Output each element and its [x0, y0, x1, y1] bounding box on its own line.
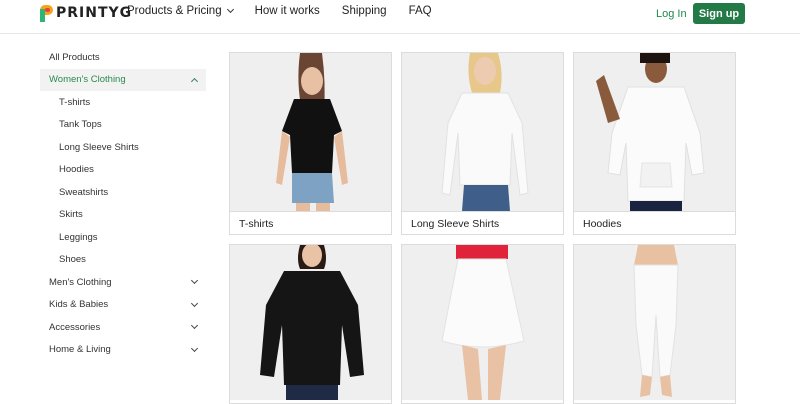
product-card-leggings[interactable] — [573, 244, 736, 404]
nav-label: How it works — [254, 5, 320, 17]
sidebar-item-label: Kids & Babies — [49, 299, 109, 311]
product-card-long-sleeve-shirts[interactable]: Long Sleeve Shirts — [401, 52, 564, 235]
sidebar-item-label: T-shirts — [59, 96, 91, 108]
sidebar-item-kids-babies[interactable]: Kids & Babies — [40, 294, 206, 317]
nav-label: Products & Pricing — [127, 5, 222, 17]
sidebar-item-t-shirts[interactable]: T-shirts — [40, 91, 206, 114]
sidebar-item-long-sleeve-shirts[interactable]: Long Sleeve Shirts — [40, 136, 206, 159]
sidebar-item-label: Shoes — [59, 254, 86, 266]
sidebar-item-label: Long Sleeve Shirts — [59, 141, 139, 153]
nav-label: Shipping — [341, 5, 387, 17]
black-sweatshirt-model-image — [230, 245, 391, 400]
sidebar-item-label: Sweatshirts — [59, 186, 109, 198]
product-card-sweatshirts[interactable] — [229, 244, 392, 404]
sidebar-item-label: All Products — [49, 51, 100, 63]
sidebar-item-label: Men's Clothing — [49, 276, 112, 288]
black-tshirt-model-image — [230, 53, 391, 211]
sidebar-item-home-living[interactable]: Home & Living — [40, 339, 206, 362]
product-card-skirts[interactable] — [401, 244, 564, 404]
product-card-t-shirts[interactable]: T-shirts — [229, 52, 392, 235]
chevron-down-icon — [190, 299, 199, 307]
nav-how-it-works[interactable]: How it works — [255, 5, 320, 17]
chevron-up-icon — [190, 77, 199, 85]
nav-products-pricing[interactable]: Products & Pricing — [127, 5, 234, 17]
sidebar-item-leggings[interactable]: Leggings — [40, 226, 206, 249]
chevron-down-icon — [226, 5, 234, 14]
category-sidebar: All Products Women's Clothing T-shirts T… — [40, 46, 206, 361]
white-hoodie-model-image — [574, 53, 735, 211]
brand-logo[interactable]: PRINTYG — [40, 4, 132, 22]
nav-faq[interactable]: FAQ — [409, 5, 432, 17]
sidebar-item-label: Leggings — [59, 231, 98, 243]
sidebar-item-label: Accessories — [49, 321, 101, 333]
brand-name: PRINTYG — [56, 5, 133, 21]
sidebar-item-label: Home & Living — [49, 344, 111, 356]
white-skirt-model-image — [402, 245, 563, 400]
product-title: T-shirts — [230, 211, 391, 234]
sidebar-item-label: Hoodies — [59, 164, 94, 176]
white-long-sleeve-model-image — [402, 53, 563, 211]
printyg-logo-icon — [40, 4, 53, 22]
sidebar-item-accessories[interactable]: Accessories — [40, 316, 206, 339]
sidebar-item-mens-clothing[interactable]: Men's Clothing — [40, 271, 206, 294]
nav-shipping[interactable]: Shipping — [342, 5, 387, 17]
product-title: Hoodies — [574, 211, 735, 234]
sidebar-item-label: Tank Tops — [59, 119, 102, 131]
product-title: Long Sleeve Shirts — [402, 211, 563, 234]
sidebar-item-sweatshirts[interactable]: Sweatshirts — [40, 181, 206, 204]
chevron-down-icon — [190, 321, 199, 330]
sidebar-item-womens-clothing[interactable]: Women's Clothing — [40, 68, 206, 91]
sidebar-item-shoes[interactable]: Shoes — [40, 249, 206, 272]
sidebar-item-label: Women's Clothing — [49, 74, 126, 86]
chevron-down-icon — [190, 276, 199, 285]
signup-button[interactable]: Sign up — [693, 3, 745, 24]
main-nav: Products & Pricing How it works Shipping… — [127, 5, 454, 17]
chevron-down-icon — [190, 344, 199, 352]
sidebar-item-tank-tops[interactable]: Tank Tops — [40, 114, 206, 137]
top-navigation-bar: PRINTYG Products & Pricing How it works … — [0, 0, 800, 34]
white-leggings-model-image — [574, 245, 735, 400]
nav-label: FAQ — [408, 5, 432, 17]
sidebar-item-all-products[interactable]: All Products — [40, 46, 206, 69]
sidebar-item-hoodies[interactable]: Hoodies — [40, 159, 206, 182]
sidebar-item-skirts[interactable]: Skirts — [40, 204, 206, 227]
sidebar-item-label: Skirts — [59, 209, 83, 221]
product-card-hoodies[interactable]: Hoodies — [573, 52, 736, 235]
login-link[interactable]: Log In — [656, 8, 687, 20]
